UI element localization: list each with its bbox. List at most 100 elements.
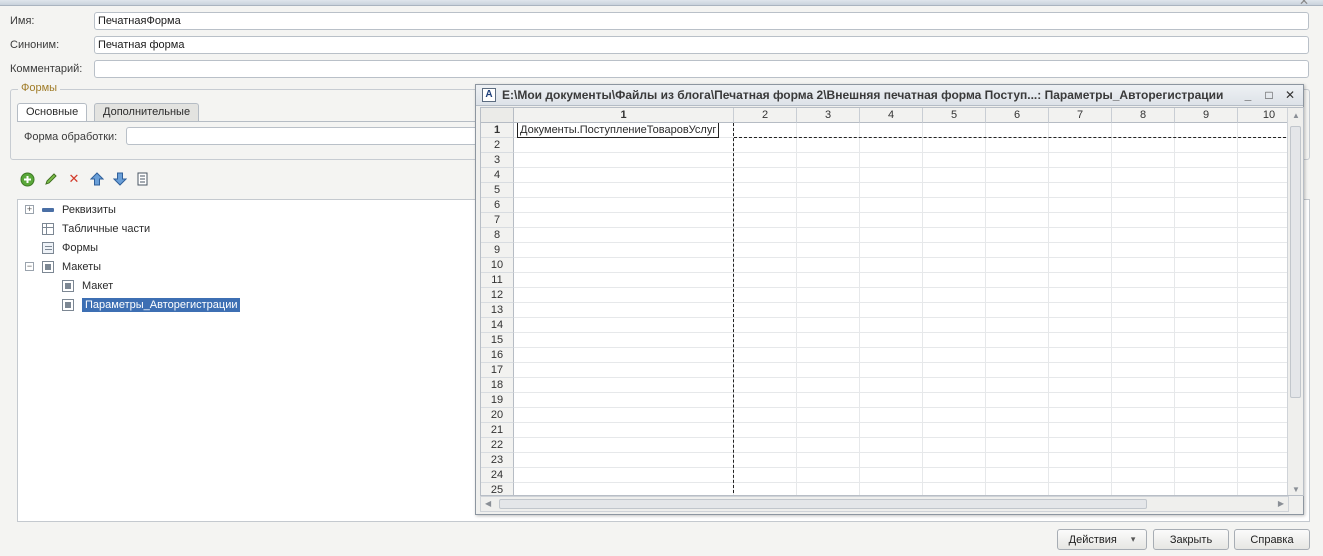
column-header[interactable]: 4 xyxy=(860,108,923,123)
column-header[interactable]: 6 xyxy=(986,108,1049,123)
grid-line xyxy=(1237,123,1238,495)
scroll-thumb[interactable] xyxy=(1290,126,1301,398)
close-icon[interactable]: ✕ xyxy=(1282,87,1298,103)
tree-item-label: Параметры_Авторегистрации xyxy=(82,297,241,312)
synonym-field[interactable]: Печатная форма xyxy=(94,36,1309,54)
grid-line xyxy=(1174,123,1175,495)
grid-line xyxy=(514,422,1301,423)
tree-item-attributes[interactable]: + Реквизиты xyxy=(25,201,116,218)
row-header[interactable]: 2 xyxy=(481,138,514,153)
row-header[interactable]: 25 xyxy=(481,483,514,495)
synonym-label: Синоним: xyxy=(10,39,60,51)
delete-icon[interactable]: ✕ xyxy=(66,171,82,187)
spreadsheet-window: A E:\Мои документы\Файлы из блога\Печатн… xyxy=(475,84,1304,515)
scroll-down-icon[interactable]: ▼ xyxy=(1292,485,1300,494)
row-header[interactable]: 22 xyxy=(481,438,514,453)
form-icon xyxy=(42,241,54,254)
row-header[interactable]: 23 xyxy=(481,453,514,468)
cell-r1c1[interactable]: Документы.ПоступлениеТоваровУслуг xyxy=(517,123,720,138)
row-header[interactable]: 14 xyxy=(481,318,514,333)
minimize-icon[interactable]: _ xyxy=(1240,87,1256,103)
close-icon[interactable]: ✕ xyxy=(1299,0,1309,8)
column-header[interactable]: 8 xyxy=(1112,108,1175,123)
row-header[interactable]: 6 xyxy=(481,198,514,213)
grid-line xyxy=(514,272,1301,273)
spreadsheet-app-icon: A xyxy=(482,88,496,102)
processing-form-field[interactable] xyxy=(126,127,486,145)
column-header[interactable]: 9 xyxy=(1175,108,1238,123)
spreadsheet-title: E:\Мои документы\Файлы из блога\Печатная… xyxy=(502,88,1224,102)
tree-item-templates[interactable]: − Макеты xyxy=(25,258,101,275)
tree-item-tabular-sections[interactable]: Табличные части xyxy=(42,220,150,237)
tree-item-template[interactable]: Макет xyxy=(62,277,113,294)
add-icon[interactable] xyxy=(19,171,35,187)
name-field[interactable]: ПечатнаяФорма xyxy=(94,12,1309,30)
grid-line xyxy=(859,123,860,495)
tab-additional[interactable]: Дополнительные xyxy=(94,103,200,121)
grid-line xyxy=(796,123,797,495)
maximize-icon[interactable]: □ xyxy=(1261,87,1277,103)
row-header[interactable]: 10 xyxy=(481,258,514,273)
vertical-scrollbar[interactable]: ▲ ▼ xyxy=(1287,108,1303,495)
grid-line xyxy=(514,197,1301,198)
actions-label: Действия xyxy=(1068,533,1117,546)
expand-icon[interactable]: + xyxy=(25,205,34,214)
column-header[interactable]: 2 xyxy=(734,108,797,123)
list-icon[interactable] xyxy=(135,171,151,187)
tree-item-label: Формы xyxy=(62,241,99,254)
row-header[interactable]: 20 xyxy=(481,408,514,423)
actions-button[interactable]: Действия ▾ xyxy=(1057,529,1147,550)
row-header[interactable]: 11 xyxy=(481,273,514,288)
move-down-icon[interactable] xyxy=(112,171,128,187)
chevron-down-icon: ▾ xyxy=(1130,534,1136,544)
horizontal-scrollbar[interactable]: ◀ ▶ xyxy=(480,496,1289,512)
row-header[interactable]: 4 xyxy=(481,168,514,183)
grid-line xyxy=(514,317,1301,318)
edit-icon[interactable] xyxy=(43,171,59,187)
move-up-icon[interactable] xyxy=(89,171,105,187)
row-header[interactable]: 9 xyxy=(481,243,514,258)
spreadsheet-grid[interactable]: 1 2 3 4 5 6 7 8 9 10 1 2 3 4 5 6 7 8 9 10 11 12 13 14 15 16 17 18 19… xyxy=(480,107,1304,496)
scroll-right-icon[interactable]: ▶ xyxy=(1278,499,1284,508)
print-area-border xyxy=(734,137,1301,138)
row-header[interactable]: 7 xyxy=(481,213,514,228)
row-header[interactable]: 8 xyxy=(481,228,514,243)
column-header[interactable]: 5 xyxy=(923,108,986,123)
tree-item-autoregistration[interactable]: Параметры_Авторегистрации xyxy=(62,296,241,313)
spreadsheet-title-bar[interactable]: A E:\Мои документы\Файлы из блога\Печатн… xyxy=(476,85,1303,106)
row-header[interactable]: 15 xyxy=(481,333,514,348)
row-header[interactable]: 5 xyxy=(481,183,514,198)
column-header[interactable]: 1 xyxy=(514,108,734,123)
row-header[interactable]: 19 xyxy=(481,393,514,408)
tree-item-label: Макет xyxy=(82,279,114,292)
tree-item-label: Макеты xyxy=(62,260,102,273)
grid-line xyxy=(514,167,1301,168)
tab-main[interactable]: Основные xyxy=(17,103,88,122)
row-header[interactable]: 16 xyxy=(481,348,514,363)
scroll-left-icon[interactable]: ◀ xyxy=(485,499,491,508)
grid-line xyxy=(514,362,1301,363)
scroll-thumb[interactable] xyxy=(499,499,1147,509)
column-header[interactable]: 7 xyxy=(1049,108,1112,123)
row-header[interactable]: 21 xyxy=(481,423,514,438)
row-header[interactable]: 18 xyxy=(481,378,514,393)
row-header[interactable]: 13 xyxy=(481,303,514,318)
column-header[interactable]: 3 xyxy=(797,108,860,123)
row-header[interactable]: 1 xyxy=(481,123,514,138)
help-button[interactable]: Справка xyxy=(1234,529,1310,550)
row-header[interactable]: 3 xyxy=(481,153,514,168)
comment-label: Комментарий: xyxy=(10,63,83,75)
row-header[interactable]: 12 xyxy=(481,288,514,303)
grid-line xyxy=(1111,123,1112,495)
grid-corner[interactable] xyxy=(481,108,514,123)
processing-form-label: Форма обработки: xyxy=(24,131,118,143)
collapse-icon[interactable]: − xyxy=(25,262,34,271)
row-header[interactable]: 24 xyxy=(481,468,514,483)
comment-field[interactable] xyxy=(94,60,1309,78)
tree-item-forms[interactable]: Формы xyxy=(42,239,98,256)
grid-line xyxy=(985,123,986,495)
row-header[interactable]: 17 xyxy=(481,363,514,378)
tree-item-label: Реквизиты xyxy=(62,203,116,216)
scroll-up-icon[interactable]: ▲ xyxy=(1292,111,1300,120)
close-button[interactable]: Закрыть xyxy=(1153,529,1229,550)
